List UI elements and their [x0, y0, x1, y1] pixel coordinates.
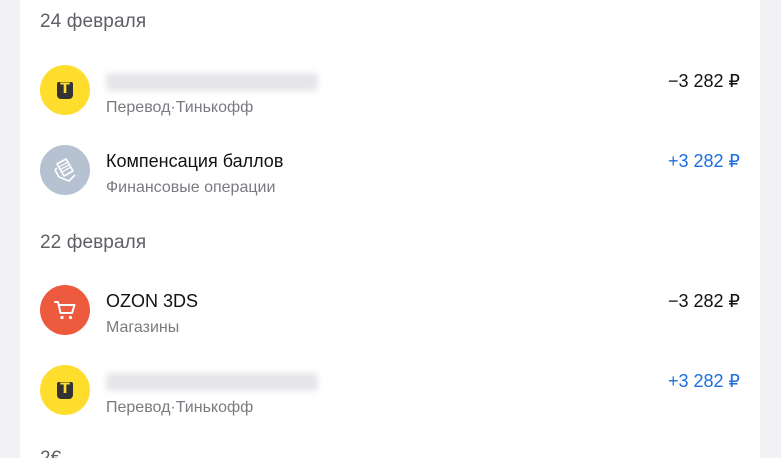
date-header-partial: 2€: [40, 448, 61, 458]
tinkoff-letter: Т: [60, 80, 70, 97]
operation-amount: −3 282 ₽: [667, 71, 740, 91]
shopping-cart-icon: [40, 285, 90, 335]
operation-title-redacted: [106, 73, 318, 91]
tinkoff-letter: Т: [60, 380, 70, 397]
cart-glyph-icon: [54, 301, 76, 320]
tinkoff-shield-icon: Т: [57, 80, 73, 99]
operation-row[interactable]: Компенсация баллов Финансовые операции +…: [20, 145, 760, 219]
operation-category: Магазины: [106, 319, 180, 336]
operation-title-redacted: [106, 373, 318, 391]
operation-title: OZON 3DS: [106, 291, 199, 311]
operation-category: Перевод·Тинькофф: [106, 99, 254, 116]
bonus-coupon-icon: [40, 145, 90, 195]
operation-amount: −3 282 ₽: [667, 291, 740, 311]
operation-category: Финансовые операции: [106, 179, 276, 196]
operation-row[interactable]: Т Перевод·Тинькофф +3 282 ₽: [20, 365, 760, 439]
operation-row[interactable]: Т Перевод·Тинькофф −3 282 ₽: [20, 65, 760, 139]
tinkoff-bank-icon: Т: [40, 65, 90, 115]
operation-title: Компенсация баллов: [106, 151, 284, 171]
tinkoff-shield-icon: Т: [57, 380, 73, 399]
date-header: 22 февраля: [40, 232, 147, 253]
operation-amount: +3 282 ₽: [667, 371, 740, 391]
operations-feed: 24 февраля Т Перевод·Тинькофф −3 282 ₽ К…: [20, 0, 760, 458]
operation-row[interactable]: OZON 3DS Магазины −3 282 ₽: [20, 285, 760, 359]
date-header: 24 февраля: [40, 11, 147, 32]
coupon-stack-icon: [54, 158, 76, 182]
operation-amount: +3 282 ₽: [667, 151, 740, 171]
operation-category: Перевод·Тинькофф: [106, 399, 254, 416]
tinkoff-bank-icon: Т: [40, 365, 90, 415]
